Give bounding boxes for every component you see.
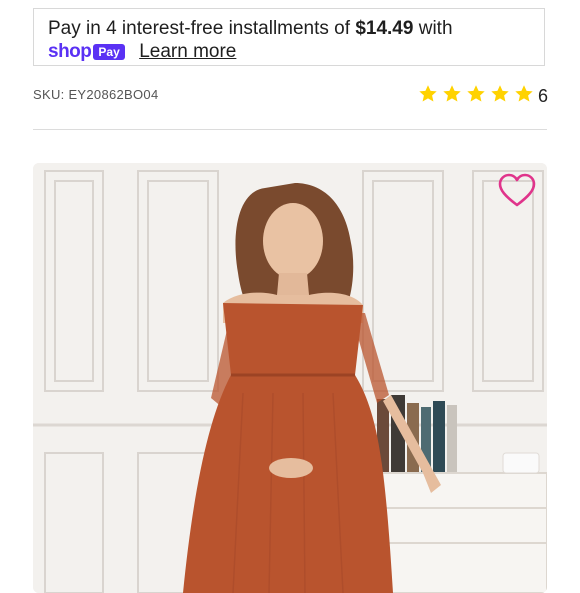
installments-text: Pay in 4 interest-free installments of $… — [48, 18, 453, 40]
rating-stars — [414, 84, 534, 109]
star-icon — [419, 85, 437, 102]
star-icon — [467, 85, 485, 102]
installments-prefix: Pay in 4 interest-free installments of — [48, 18, 351, 39]
installment-amount: $14.49 — [355, 18, 414, 39]
shop-pay-installments-banner: Pay in 4 interest-free installments of $… — [33, 8, 545, 66]
star-icon — [515, 85, 533, 102]
product-image[interactable] — [33, 163, 547, 593]
star-icon — [491, 85, 509, 102]
rating-count: 6 — [537, 86, 548, 106]
star-icon — [443, 85, 461, 102]
divider — [33, 129, 547, 130]
learn-more-link[interactable]: Learn more — [139, 41, 236, 63]
product-photo — [33, 163, 547, 593]
shop-pay-badge: Pay — [93, 44, 125, 60]
shop-pay-logo: shop — [48, 41, 92, 62]
installments-suffix: with — [418, 18, 453, 39]
product-sku: SKU: EY20862BO04 — [33, 87, 159, 102]
product-rating[interactable]: 6 — [414, 84, 548, 109]
